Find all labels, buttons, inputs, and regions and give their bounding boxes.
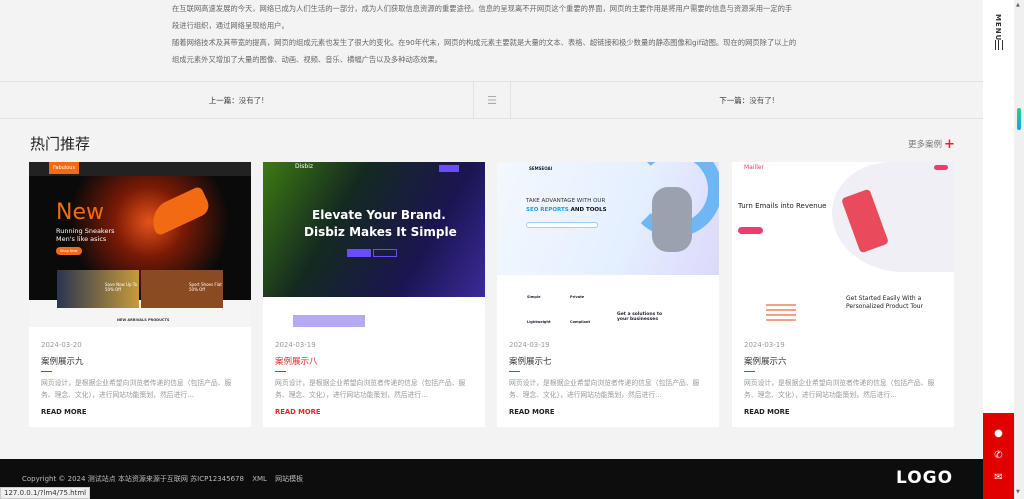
case-thumbnail[interactable]: Disbiz Elevate Your Brand. Disbiz Makes … [263,162,485,327]
thumb-text: Personalized Product Tour [846,303,924,310]
thumb-text: Private [570,295,585,299]
article-paragraph: 随着网络技术及其带宽的提高，网页的组成元素也发生了很大的变化。在90年代末，网页… [172,38,797,47]
thumb-button: Shop Now [56,247,82,255]
thumb-brand: Mailler [744,164,765,171]
thumb-headline: TAKE ADVANTAGE WITH OUR [526,198,606,204]
thumb-image [293,315,365,327]
thumb-button [934,165,948,170]
case-thumbnail[interactable]: SEMSEOAI TAKE ADVANTAGE WITH OUR SEO REP… [497,162,719,327]
next-value: 没有了! [749,95,775,105]
scrollbar[interactable]: ▲ ▼ [1014,0,1024,499]
thumb-headline: Disbiz Makes It Simple [304,225,457,239]
plus-icon: + [944,137,955,152]
case-card[interactable]: SEMSEOAI TAKE ADVANTAGE WITH OUR SEO REP… [497,162,719,427]
thumb-headline: AND TOOLS [570,207,607,213]
read-more-link[interactable]: READ MORE [744,408,790,416]
thumb-text: Simple [527,295,541,299]
robot-image [652,187,692,252]
scroll-up-icon[interactable]: ▲ [1016,2,1020,8]
menu-label[interactable]: MENU [994,14,1002,41]
copyright-text: Copyright © 2024 测试站点 本站资源来源于互联网 苏ICP123… [22,475,244,483]
card-description: 网页设计，是根据企业希望向浏览者传递的信息（包括产品、服务、理念、文化），进行网… [41,379,232,399]
xml-link[interactable]: XML [252,475,267,483]
template-link[interactable]: 网站模板 [275,475,303,483]
divider [41,371,52,372]
thumb-brand: SEMSEOAI [529,166,553,171]
case-card[interactable]: Fabulous New Running Sneakers Men's like… [29,162,251,427]
thumb-brand: Fabulous [49,162,80,174]
divider [275,371,286,372]
thumb-text: Men's like asics [56,235,107,243]
thumb-text: Lightweight [527,320,551,324]
more-label: 更多案例 [908,140,943,150]
read-more-link[interactable]: READ MORE [275,408,321,416]
thumb-brand: Disbiz [295,163,314,170]
card-title[interactable]: 案例展示七 [509,355,552,367]
divider [744,371,755,372]
card-date: 2024-03-20 [41,341,82,349]
next-label: 下一篇： [719,95,750,105]
next-post-link[interactable]: 下一篇： 没有了! [511,82,983,118]
scroll-down-icon[interactable]: ▼ [1016,489,1020,495]
thumb-input [526,222,598,228]
menu-icon[interactable] [995,40,1003,50]
thumb-text: NEW ARRIVALS PRODUCTS [117,318,170,322]
thumb-button [439,165,459,172]
footer: Copyright © 2024 测试站点 本站资源来源于互联网 苏ICP123… [0,459,983,499]
thumb-text: Get a solutions to your businesses [617,312,663,322]
card-date: 2024-03-19 [509,341,550,349]
prev-label: 上一篇： [208,95,239,105]
more-cases-link[interactable]: 更多案例 + [908,137,955,152]
thumb-button [347,249,371,257]
thumb-text: Running Sneakers [56,227,115,235]
case-thumbnail[interactable]: Fabulous New Running Sneakers Men's like… [29,162,251,327]
card-date: 2024-03-19 [275,341,316,349]
thumb-headline: New [56,200,104,225]
thumb-headline: Elevate Your Brand. [312,208,446,222]
article-paragraph: 组成元素外又增加了大量的图像、动画、视频、音乐、横幅广告以及多种动态效果。 [172,55,442,64]
read-more-link[interactable]: READ MORE [509,408,555,416]
scrollbar-thumb[interactable] [1017,108,1021,130]
floating-contact-bar: ● ✆ ✉ [983,413,1014,499]
article-body: 在互联网高速发展的今天，网络已成为人们生活的一部分，成为人们获取信息资源的重要途… [172,0,812,68]
thumb-headline: SEO REPORTS [526,207,569,213]
status-bar-url: 127.0.0.1/?lm4/75.html [0,487,91,499]
phone-icon[interactable]: ✆ [983,445,1014,467]
card-title[interactable]: 案例展示六 [744,355,787,367]
section-title: 热门推荐 [30,135,91,153]
thumb-promo: Save Now Up To 50% Off [57,270,139,308]
card-title[interactable]: 案例展示九 [41,355,84,367]
qq-icon[interactable]: ● [983,423,1014,445]
chart-illustration [766,304,796,324]
divider [509,371,520,372]
case-card[interactable]: Mailler Turn Emails into Revenue Get Sta… [732,162,954,427]
thumb-text: Get Started Easily With a [846,295,922,302]
footer-logo[interactable]: LOGO [896,468,953,488]
thumb-button [738,227,763,234]
card-title[interactable]: 案例展示八 [275,355,318,367]
case-card[interactable]: Disbiz Elevate Your Brand. Disbiz Makes … [263,162,485,427]
thumb-text: Compliant [570,320,591,324]
prev-value: 没有了! [238,95,265,105]
read-more-link[interactable]: READ MORE [41,408,87,416]
thumb-headline: Turn Emails into Revenue [738,202,827,210]
prev-post-link[interactable]: 上一篇： 没有了! [0,82,473,118]
card-description: 网页设计，是根据企业希望向浏览者传递的信息（包括产品、服务、理念、文化），进行网… [744,379,935,399]
wechat-icon[interactable]: ✉ [983,467,1014,489]
card-date: 2024-03-19 [744,341,785,349]
card-description: 网页设计，是根据企业希望向浏览者传递的信息（包括产品、服务、理念、文化），进行网… [509,379,700,399]
card-description: 网页设计，是根据企业希望向浏览者传递的信息（包括产品、服务、理念、文化），进行网… [275,379,466,399]
list-icon[interactable]: ☰ [473,82,511,118]
post-navigation: 上一篇： 没有了! ☰ 下一篇： 没有了! [0,81,983,119]
thumb-promo: Sport Shoes Flat 50% Off [141,270,223,308]
article-paragraph: 在互联网高速发展的今天，网络已成为人们生活的一部分，成为人们获取信息资源的重要途… [172,4,793,13]
article-paragraph: 段进行组织，通过网络呈现给用户。 [172,21,289,30]
thumb-button [373,249,397,257]
case-thumbnail[interactable]: Mailler Turn Emails into Revenue Get Sta… [732,162,954,327]
